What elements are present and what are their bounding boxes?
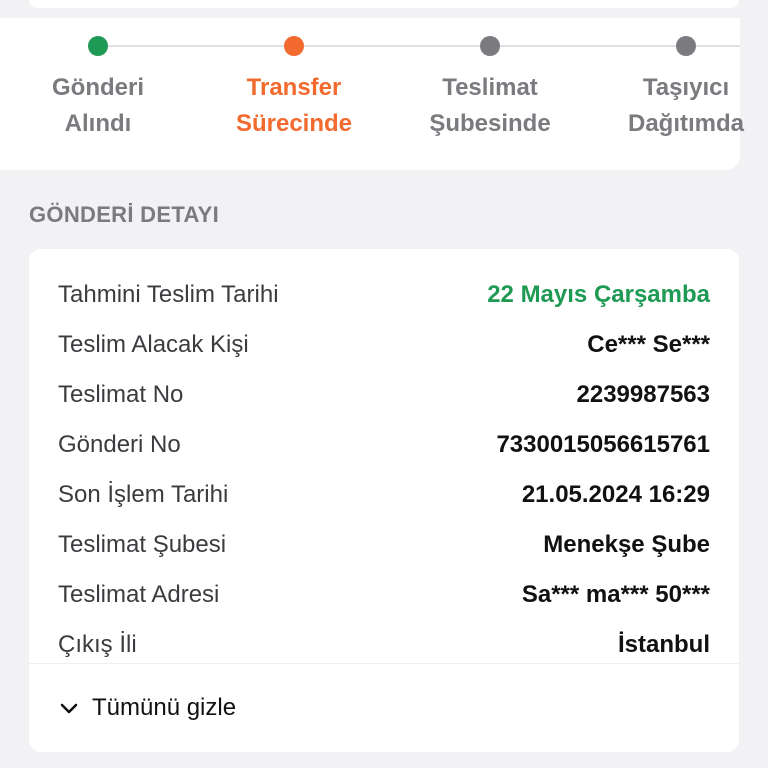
detail-value: Ce*** Se*** [587, 331, 710, 358]
detail-label: Teslim Alacak Kişi [58, 331, 249, 358]
detail-row-branch: Teslimat Şubesi Menekşe Şube [58, 525, 710, 565]
step-dot [284, 36, 304, 56]
step-label-line2: Dağıtımda [627, 110, 744, 137]
detail-row-address: Teslimat Adresi Sa*** ma*** 50*** [58, 575, 710, 615]
step-label-line1: Teslimat [442, 74, 538, 101]
shipment-tracking-screen: Gönderi Alındı Transfer Sürecinde Teslim… [0, 0, 768, 768]
step-dot [88, 36, 108, 56]
detail-value: İstanbul [617, 631, 710, 658]
detail-label: Teslimat No [58, 381, 184, 408]
detail-value: 7330015056615761 [496, 431, 710, 458]
step-label-line1: Taşıyıcı [642, 74, 730, 101]
step-label: Taşıyıcı Dağıtımda [588, 70, 768, 142]
step-label-line2: Alındı [64, 110, 132, 137]
step-label-line2: Sürecinde [235, 110, 353, 137]
detail-label: Gönderi No [58, 431, 181, 458]
step-dot [676, 36, 696, 56]
detail-value: 22 Mayıs Çarşamba [487, 281, 710, 308]
step-label: Transfer Sürecinde [196, 70, 392, 142]
track-line-2 [294, 45, 490, 47]
detail-row-estimated-date: Tahmini Teslim Tarihi 22 Mayıs Çarşamba [58, 275, 710, 315]
detail-row-recipient: Teslim Alacak Kişi Ce*** Se*** [58, 325, 710, 365]
step-label-line2: Şubesinde [429, 110, 551, 137]
detail-label: Son İşlem Tarihi [58, 481, 229, 508]
detail-label: Teslimat Adresi [58, 581, 220, 608]
detail-label: Çıkış İli [58, 631, 137, 658]
detail-value: 21.05.2024 16:29 [521, 481, 710, 508]
detail-label: Tahmini Teslim Tarihi [58, 281, 279, 308]
step-label: Gönderi Alındı [0, 70, 196, 142]
section-title: GÖNDERİ DETAYI [29, 202, 220, 227]
detail-value: Menekşe Şube [543, 531, 710, 558]
detail-label: Teslimat Şubesi [58, 531, 227, 558]
detail-value: 2239987563 [576, 381, 710, 408]
status-tracker: Gönderi Alındı Transfer Sürecinde Teslim… [0, 18, 744, 170]
divider [29, 663, 739, 664]
step-label-line1: Gönderi [51, 74, 144, 101]
step-label: Teslimat Şubesinde [392, 70, 588, 142]
detail-value: Sa*** ma*** 50*** [521, 581, 710, 608]
step-dot [480, 36, 500, 56]
previous-card-edge [29, 0, 739, 8]
detail-row-last-action-date: Son İşlem Tarihi 21.05.2024 16:29 [58, 475, 710, 515]
track-line-3 [490, 45, 686, 47]
detail-row-delivery-no: Teslimat No 2239987563 [58, 375, 710, 415]
shipment-detail-card: Tahmini Teslim Tarihi 22 Mayıs Çarşamba … [29, 249, 739, 752]
detail-row-shipment-no: Gönderi No 7330015056615761 [58, 425, 710, 465]
collapse-all-label: Tümünü gizle [92, 694, 237, 721]
detail-row-origin-city: Çıkış İli İstanbul [58, 625, 710, 665]
chevron-down-icon [58, 697, 80, 719]
collapse-all-button[interactable]: Tümünü gizle [58, 688, 236, 728]
step-label-line1: Transfer [246, 74, 342, 101]
track-line-1 [98, 45, 294, 47]
